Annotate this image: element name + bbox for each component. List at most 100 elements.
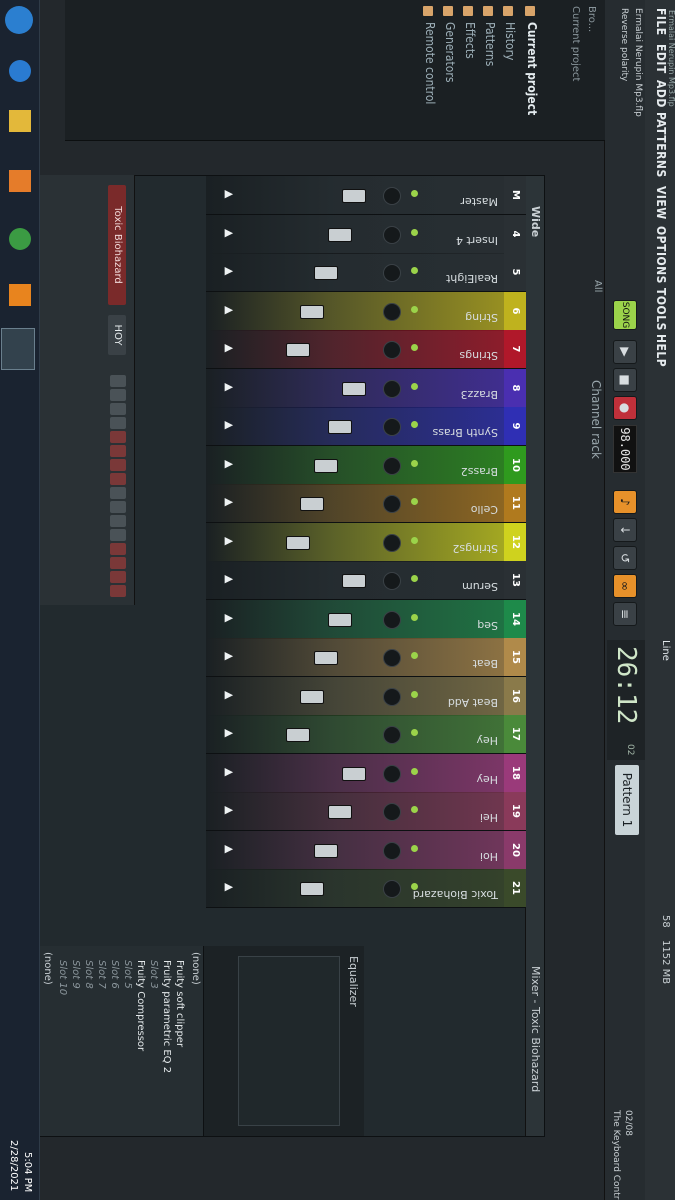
route-arrow-icon[interactable]: ▲ <box>223 845 236 853</box>
volume-fader[interactable] <box>328 420 352 434</box>
menu-edit[interactable]: EDIT <box>654 44 668 74</box>
step-button[interactable] <box>110 403 126 415</box>
volume-fader[interactable] <box>342 189 366 203</box>
pan-knob[interactable] <box>383 688 401 706</box>
step-button[interactable] <box>110 473 126 485</box>
stop-button[interactable]: ■ <box>613 368 637 392</box>
route-arrow-icon[interactable]: ▲ <box>223 383 236 391</box>
route-arrow-icon[interactable]: ▲ <box>223 537 236 545</box>
mixer-track[interactable]: 17 Hey ▲ <box>206 715 526 754</box>
volume-fader[interactable] <box>342 574 366 588</box>
mute-led[interactable] <box>411 729 418 736</box>
mixer-track[interactable]: 10 Brass2 ▲ <box>206 446 526 485</box>
menu-options[interactable]: OPTIONS <box>654 226 668 284</box>
mute-led[interactable] <box>411 498 418 505</box>
fx-slot[interactable]: Fruity Compressor <box>135 960 146 1051</box>
step-button[interactable] <box>110 375 126 387</box>
loop-record-icon[interactable]: ∞ <box>613 574 637 598</box>
fx-slot[interactable]: Fruity parametric EQ 2 <box>161 960 172 1073</box>
volume-fader[interactable] <box>286 728 310 742</box>
volume-fader[interactable] <box>328 613 352 627</box>
mixer-track[interactable]: 12 Strings2 ▲ <box>206 523 526 562</box>
mute-led[interactable] <box>411 806 418 813</box>
pan-knob[interactable] <box>383 803 401 821</box>
mute-led[interactable] <box>411 460 418 467</box>
step-button[interactable] <box>110 515 126 527</box>
channel-rack-filter[interactable]: All <box>592 280 603 292</box>
countdown-icon[interactable]: ↺ <box>613 546 637 570</box>
mixer-track[interactable]: 19 Hei ▲ <box>206 792 526 831</box>
route-arrow-icon[interactable]: ▲ <box>223 498 236 506</box>
step-button[interactable] <box>110 571 126 583</box>
volume-fader[interactable] <box>342 767 366 781</box>
volume-fader[interactable] <box>342 382 366 396</box>
browser-item-history[interactable]: History <box>503 22 517 60</box>
mixer-track[interactable]: 7 Strings ▲ <box>206 330 526 369</box>
record-button[interactable]: ● <box>613 396 637 420</box>
route-arrow-icon[interactable]: ▲ <box>223 806 236 814</box>
tempo-display[interactable]: 98.000 <box>613 425 637 473</box>
mute-led[interactable] <box>411 306 418 313</box>
step-button[interactable] <box>110 501 126 513</box>
route-arrow-icon[interactable]: ▲ <box>223 691 236 699</box>
pan-knob[interactable] <box>383 457 401 475</box>
fx-slot[interactable]: Slot 5 <box>122 960 133 989</box>
mixer-track[interactable]: 4 Insert 4 ▲ <box>206 215 526 254</box>
browser-header[interactable]: Current project <box>525 22 539 115</box>
menu-add[interactable]: ADD <box>654 80 668 108</box>
pan-knob[interactable] <box>383 880 401 898</box>
mixer-track[interactable]: 16 Beat Add ▲ <box>206 677 526 716</box>
browser-item-generators[interactable]: Generators <box>443 22 457 82</box>
mixer-track[interactable]: 8 Brazz3 ▲ <box>206 369 526 408</box>
volume-fader[interactable] <box>286 343 310 357</box>
menu-tools[interactable]: TOOLS <box>654 288 668 331</box>
step-button[interactable] <box>110 459 126 471</box>
pan-knob[interactable] <box>383 726 401 744</box>
volume-fader[interactable] <box>300 497 324 511</box>
step-button[interactable] <box>110 487 126 499</box>
menu-help[interactable]: HELP <box>654 334 668 367</box>
mixer-track[interactable]: 13 Serum ▲ <box>206 561 526 600</box>
step-edit-icon[interactable]: ≡ <box>613 602 637 626</box>
mixer-view-mode[interactable]: Wide <box>529 206 542 237</box>
mixer-track[interactable]: 18 Hey ▲ <box>206 754 526 793</box>
pan-knob[interactable] <box>383 380 401 398</box>
pan-knob[interactable] <box>383 572 401 590</box>
pan-knob[interactable] <box>383 341 401 359</box>
volume-fader[interactable] <box>300 305 324 319</box>
route-arrow-icon[interactable]: ▲ <box>223 729 236 737</box>
mixer-track[interactable]: 5 RealEight ▲ <box>206 253 526 292</box>
pan-knob[interactable] <box>383 495 401 513</box>
fx-slot[interactable]: Slot 10 <box>57 960 68 995</box>
step-button[interactable] <box>110 417 126 429</box>
mixer-track[interactable]: 6 String ▲ <box>206 292 526 331</box>
mute-led[interactable] <box>411 421 418 428</box>
menu-patterns[interactable]: PATTERNS <box>654 112 668 178</box>
chrome-icon[interactable] <box>9 228 31 250</box>
route-arrow-icon[interactable]: ▲ <box>223 883 236 891</box>
pan-knob[interactable] <box>383 534 401 552</box>
pan-knob[interactable] <box>383 649 401 667</box>
volume-fader[interactable] <box>286 536 310 550</box>
mute-led[interactable] <box>411 190 418 197</box>
mixer-track[interactable]: 9 Synth Brass ▲ <box>206 407 526 446</box>
equalizer-graph[interactable] <box>238 956 340 1126</box>
play-button[interactable]: ▶ <box>613 340 637 364</box>
explorer-icon[interactable] <box>9 110 31 132</box>
song-mode-button[interactable]: SONG <box>613 300 637 330</box>
route-arrow-icon[interactable]: ▲ <box>223 575 236 583</box>
mixer-track[interactable]: 14 Seq ▲ <box>206 600 526 639</box>
volume-fader[interactable] <box>328 228 352 242</box>
pan-knob[interactable] <box>383 842 401 860</box>
fx-slot[interactable]: Slot 3 <box>148 960 159 989</box>
browser-item-effects[interactable]: Effects <box>463 22 477 59</box>
pan-knob[interactable] <box>383 418 401 436</box>
pan-knob[interactable] <box>383 264 401 282</box>
route-arrow-icon[interactable]: ▲ <box>223 190 236 198</box>
snap-selector[interactable]: Line <box>660 640 671 661</box>
vlc-icon[interactable] <box>9 284 31 306</box>
fx-slot[interactable]: Slot 7 <box>96 960 107 989</box>
pan-knob[interactable] <box>383 611 401 629</box>
step-button[interactable] <box>110 557 126 569</box>
route-arrow-icon[interactable]: ▲ <box>223 460 236 468</box>
